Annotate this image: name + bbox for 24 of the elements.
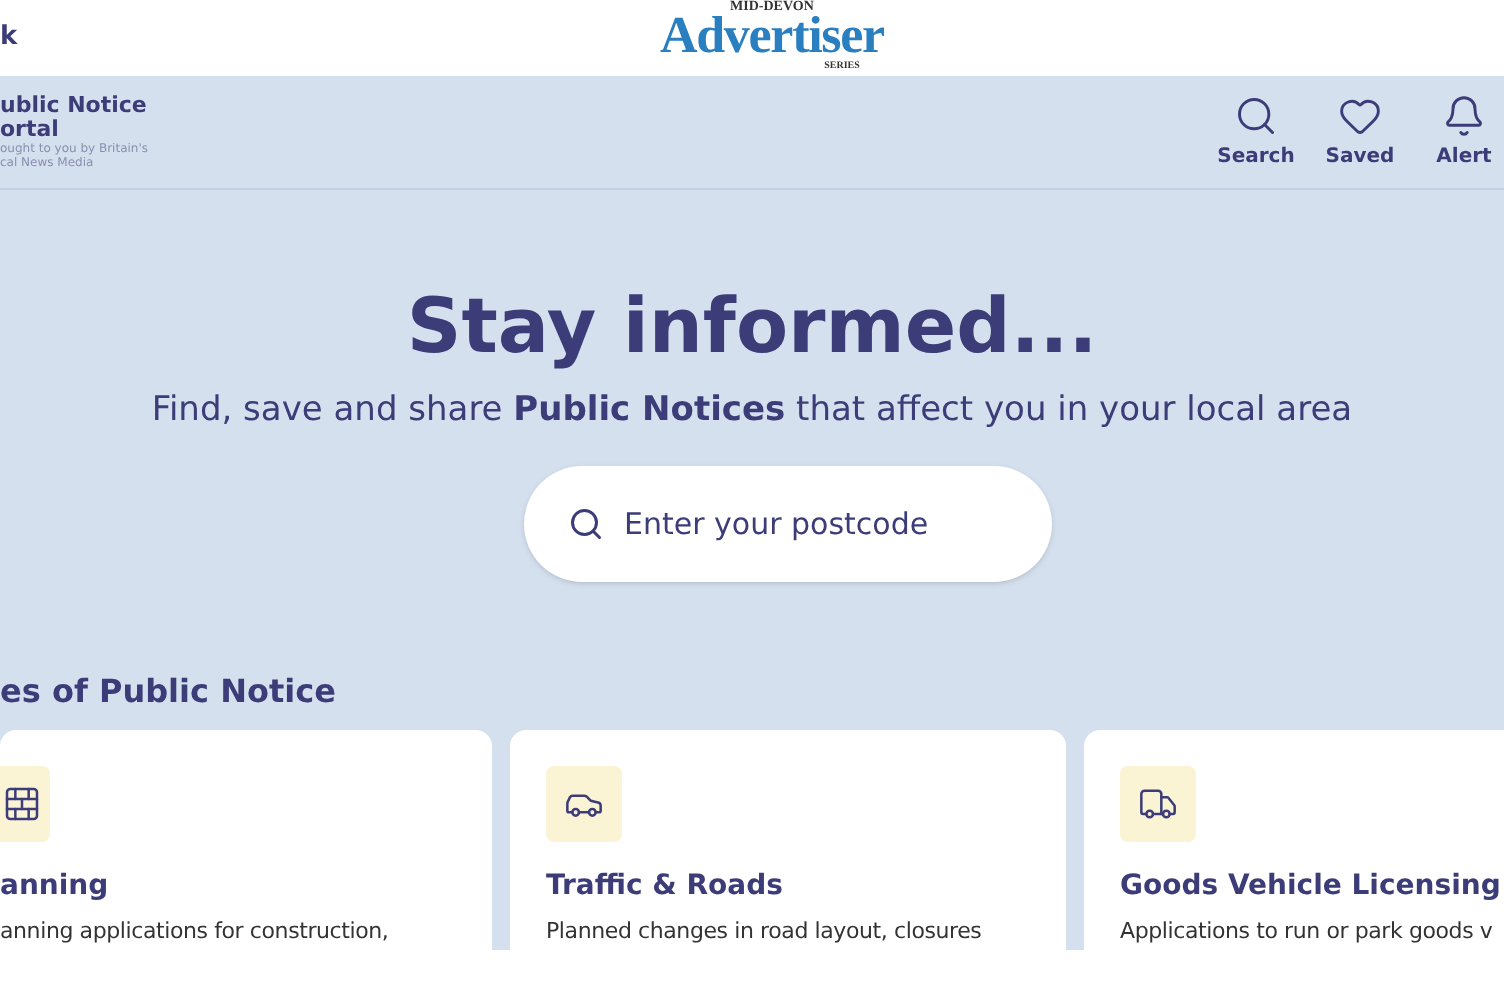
truck-icon <box>1138 783 1178 823</box>
notice-type-card[interactable]: Goods Vehicle Licensing Applications to run or park goods v <box>1084 729 1504 949</box>
brand-title: ublic Notice <box>0 94 148 118</box>
card-title: Goods Vehicle Licensing <box>1120 867 1501 905</box>
card-title: anning <box>0 867 109 905</box>
nav-button[interactable]: Saved <box>1320 93 1400 171</box>
notice-type-card[interactable]: Traffic & Roads Planned changes in road layout, closures <box>510 729 1066 949</box>
card-description: Planned changes in road layout, closures <box>546 915 982 947</box>
card-description: Applications to run or park goods v <box>1120 915 1493 947</box>
brick-wall-icon <box>2 783 42 823</box>
hero-title: Stay informed... <box>406 282 1098 370</box>
section-heading: es of Public Notice <box>0 669 338 713</box>
card-title: Traffic & Roads <box>546 867 783 905</box>
search-icon <box>1234 93 1278 137</box>
notice-type-card[interactable]: anning anning applications for construction, <box>0 729 492 949</box>
brand-title: ortal <box>0 118 61 142</box>
back-link[interactable]: k <box>0 18 18 58</box>
nav-button[interactable]: Search <box>1216 93 1296 171</box>
hero-subtitle: Find, save and share Public Notices that affect you in your local area <box>151 388 1353 434</box>
card-description: anning applications for construction, <box>0 915 389 947</box>
postcode-search-field[interactable]: Enter your postcode <box>524 465 1052 581</box>
search-icon <box>568 505 604 541</box>
nav-button[interactable]: Alert <box>1424 93 1504 171</box>
bell-icon <box>1442 93 1486 137</box>
